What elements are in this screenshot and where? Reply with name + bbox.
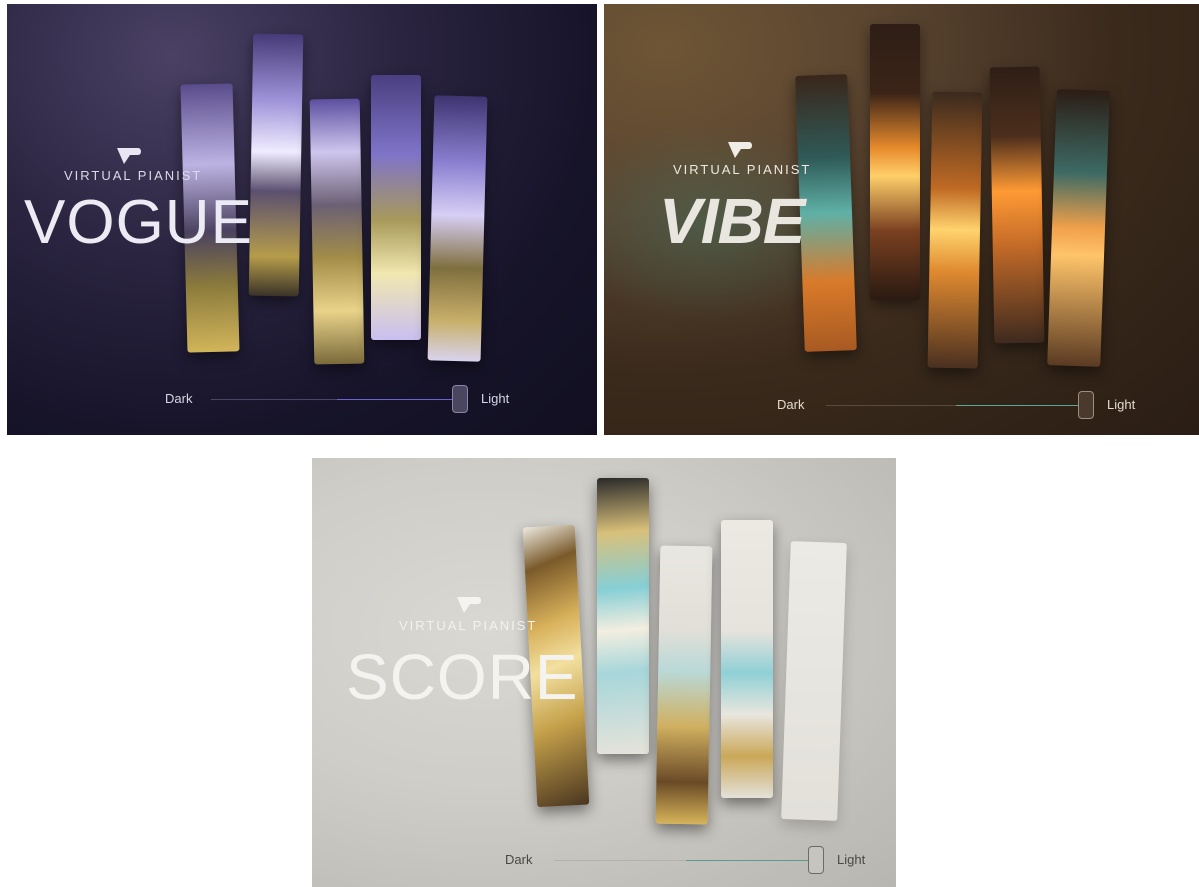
key-bar-5 [427,95,488,362]
key-bar-4 [721,520,773,798]
key-bar-3 [309,98,365,365]
virtual-pianist-logo-icon [457,597,481,613]
slider-label-light: Light [481,391,510,406]
key-bar-3 [927,91,983,369]
product-title: SCORE [346,641,579,713]
key-bar-1 [795,74,857,352]
product-title: VOGUE [24,188,253,257]
brand-label: VIRTUAL PIANIST [399,618,538,633]
key-bar-2 [870,24,920,300]
tone-slider-fill [337,399,460,400]
brand-label: VIRTUAL PIANIST [64,168,203,183]
tone-slider-handle[interactable] [1078,391,1094,419]
slider-label-light: Light [1107,397,1136,412]
slider-label-light: Light [837,852,866,867]
tone-slider-handle[interactable] [452,385,468,413]
vibe-preset-panel[interactable]: VIRTUAL PIANIST VIBE Dark Light [604,4,1199,435]
key-bar-5 [1047,89,1110,367]
product-title: VIBE [659,185,805,257]
key-bar-5 [781,541,847,821]
brand-label: VIRTUAL PIANIST [673,162,812,177]
key-bar-2 [248,33,304,297]
key-bar-4 [371,75,421,340]
slider-label-dark: Dark [165,391,193,406]
score-preset-panel[interactable]: VIRTUAL PIANIST SCORE Dark Light [312,458,896,887]
tone-slider-fill [686,860,808,861]
key-bar-4 [989,66,1045,344]
virtual-pianist-logo-icon [117,148,141,164]
tone-slider-fill [956,405,1082,406]
key-bar-3 [655,545,713,825]
vogue-preset-panel[interactable]: VIRTUAL PIANIST VOGUE Dark Light [7,4,597,435]
virtual-pianist-logo-icon [728,142,752,158]
slider-label-dark: Dark [777,397,805,412]
key-bar-2 [597,478,649,754]
slider-label-dark: Dark [505,852,533,867]
tone-slider-handle[interactable] [808,846,824,874]
